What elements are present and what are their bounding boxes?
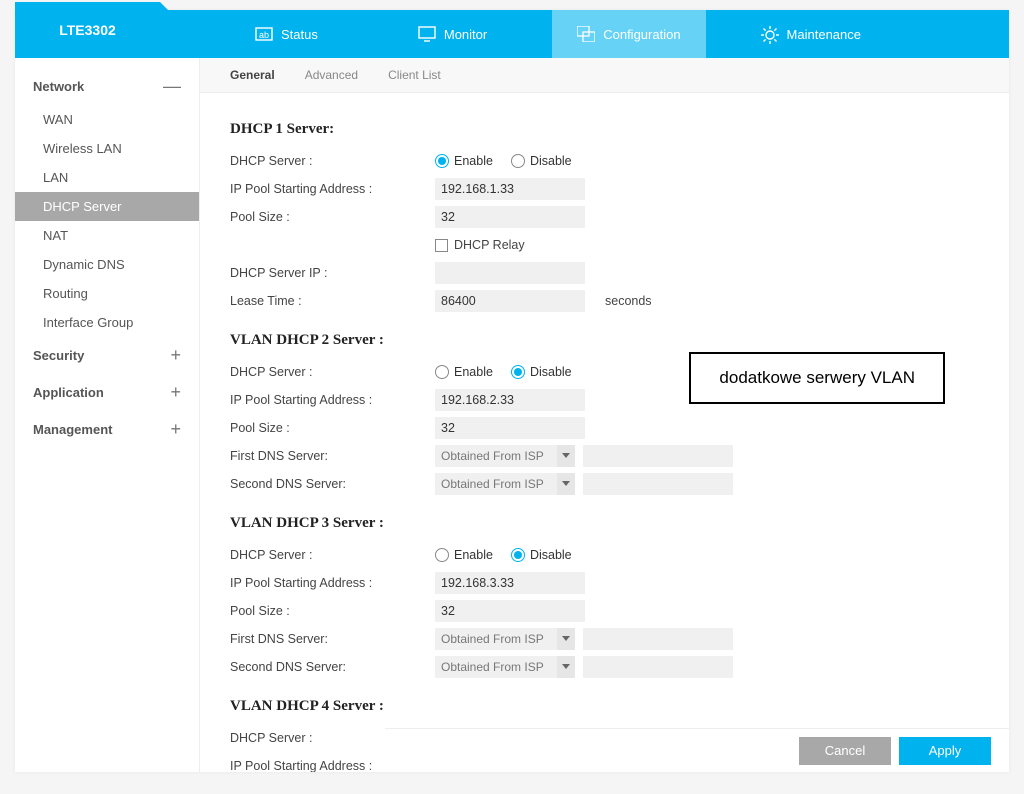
label-dhcp-server-ip: DHCP Server IP :: [230, 266, 435, 280]
sidebar-section-label: Network: [33, 79, 84, 94]
input-second-dns-3[interactable]: [583, 656, 733, 678]
status-icon: ab: [255, 26, 273, 42]
device-logo-tab: LTE3302: [15, 2, 160, 58]
nav-maintenance-label: Maintenance: [787, 27, 861, 42]
device-name: LTE3302: [59, 22, 116, 38]
nav-configuration-label: Configuration: [603, 27, 680, 42]
radio-disable-dhcp1[interactable]: Disable: [511, 154, 572, 168]
sidebar-item-dhcp-server[interactable]: DHCP Server: [15, 192, 199, 221]
sidebar-item-dynamic-dns[interactable]: Dynamic DNS: [15, 250, 199, 279]
subtab-client-list[interactable]: Client List: [388, 68, 441, 82]
nav-configuration[interactable]: Configuration: [552, 10, 705, 58]
sidebar-item-nat[interactable]: NAT: [15, 221, 199, 250]
svg-text:ab: ab: [259, 30, 269, 40]
sidebar-section-label: Management: [33, 422, 112, 437]
annotation-box: dodatkowe serwery VLAN: [689, 352, 945, 404]
sidebar-section-label: Application: [33, 385, 104, 400]
top-nav: LTE3302 ab Status Monitor Configuration: [15, 10, 1009, 58]
sidebar-section-management[interactable]: Management +: [15, 411, 199, 448]
label-pool-size: Pool Size :: [230, 210, 435, 224]
input-second-dns-2[interactable]: [583, 473, 733, 495]
nav-status-label: Status: [281, 27, 318, 42]
expand-icon: +: [170, 345, 181, 366]
input-pool-size-2[interactable]: 32: [435, 417, 585, 439]
label-ip-start: IP Pool Starting Address :: [230, 182, 435, 196]
label-dhcp-server: DHCP Server :: [230, 154, 435, 168]
checkbox-dhcp-relay[interactable]: DHCP Relay: [435, 238, 525, 252]
nav-maintenance[interactable]: Maintenance: [736, 10, 886, 58]
radio-disable-dhcp2[interactable]: Disable: [511, 365, 572, 379]
select-second-dns-2[interactable]: Obtained From ISP: [435, 473, 575, 495]
cancel-button[interactable]: Cancel: [799, 737, 891, 765]
sidebar-item-wan[interactable]: WAN: [15, 105, 199, 134]
subtab-general[interactable]: General: [230, 68, 275, 82]
input-dhcp-server-ip[interactable]: [435, 262, 585, 284]
sidebar-item-interface-group[interactable]: Interface Group: [15, 308, 199, 337]
content-scroll[interactable]: DHCP 1 Server: DHCP Server : Enable Disa…: [200, 93, 1009, 772]
input-pool-size-3[interactable]: 32: [435, 600, 585, 622]
select-first-dns-2[interactable]: Obtained From ISP: [435, 445, 575, 467]
sidebar: Network — WAN Wireless LAN LAN DHCP Serv…: [15, 58, 200, 772]
monitor-icon: [418, 26, 436, 42]
radio-disable-dhcp3[interactable]: Disable: [511, 548, 572, 562]
input-first-dns-2[interactable]: [583, 445, 733, 467]
select-second-dns-3[interactable]: Obtained From ISP: [435, 656, 575, 678]
gear-icon: [761, 26, 779, 42]
input-ip-start-3[interactable]: 192.168.3.33: [435, 572, 585, 594]
expand-icon: +: [170, 382, 181, 403]
radio-enable-dhcp3[interactable]: Enable: [435, 548, 493, 562]
section-title-dhcp1: DHCP 1 Server:: [230, 121, 979, 138]
radio-enable-dhcp2[interactable]: Enable: [435, 365, 493, 379]
label-lease-time: Lease Time :: [230, 294, 435, 308]
input-ip-start-2[interactable]: 192.168.2.33: [435, 389, 585, 411]
sidebar-section-network[interactable]: Network —: [15, 68, 199, 105]
nav-monitor[interactable]: Monitor: [393, 10, 512, 58]
input-first-dns-3[interactable]: [583, 628, 733, 650]
apply-button[interactable]: Apply: [899, 737, 991, 765]
sidebar-item-wireless-lan[interactable]: Wireless LAN: [15, 134, 199, 163]
configuration-icon: [577, 26, 595, 42]
input-ip-start-1[interactable]: 192.168.1.33: [435, 178, 585, 200]
radio-enable-dhcp1[interactable]: Enable: [435, 154, 493, 168]
footer-button-bar: Cancel Apply: [385, 728, 1009, 772]
sidebar-item-routing[interactable]: Routing: [15, 279, 199, 308]
section-title-vlan3: VLAN DHCP 3 Server :: [230, 515, 979, 532]
sidebar-section-label: Security: [33, 348, 84, 363]
unit-seconds: seconds: [605, 294, 652, 308]
section-title-vlan2: VLAN DHCP 2 Server :: [230, 332, 979, 349]
subtab-bar: General Advanced Client List: [200, 58, 1009, 93]
expand-icon: +: [170, 419, 181, 440]
nav-monitor-label: Monitor: [444, 27, 487, 42]
sidebar-section-application[interactable]: Application +: [15, 374, 199, 411]
input-lease-time[interactable]: 86400: [435, 290, 585, 312]
nav-status[interactable]: ab Status: [230, 10, 343, 58]
input-pool-size-1[interactable]: 32: [435, 206, 585, 228]
collapse-icon: —: [163, 76, 181, 97]
sidebar-item-lan[interactable]: LAN: [15, 163, 199, 192]
subtab-advanced[interactable]: Advanced: [305, 68, 358, 82]
select-first-dns-3[interactable]: Obtained From ISP: [435, 628, 575, 650]
sidebar-section-security[interactable]: Security +: [15, 337, 199, 374]
section-title-vlan4: VLAN DHCP 4 Server :: [230, 698, 979, 715]
